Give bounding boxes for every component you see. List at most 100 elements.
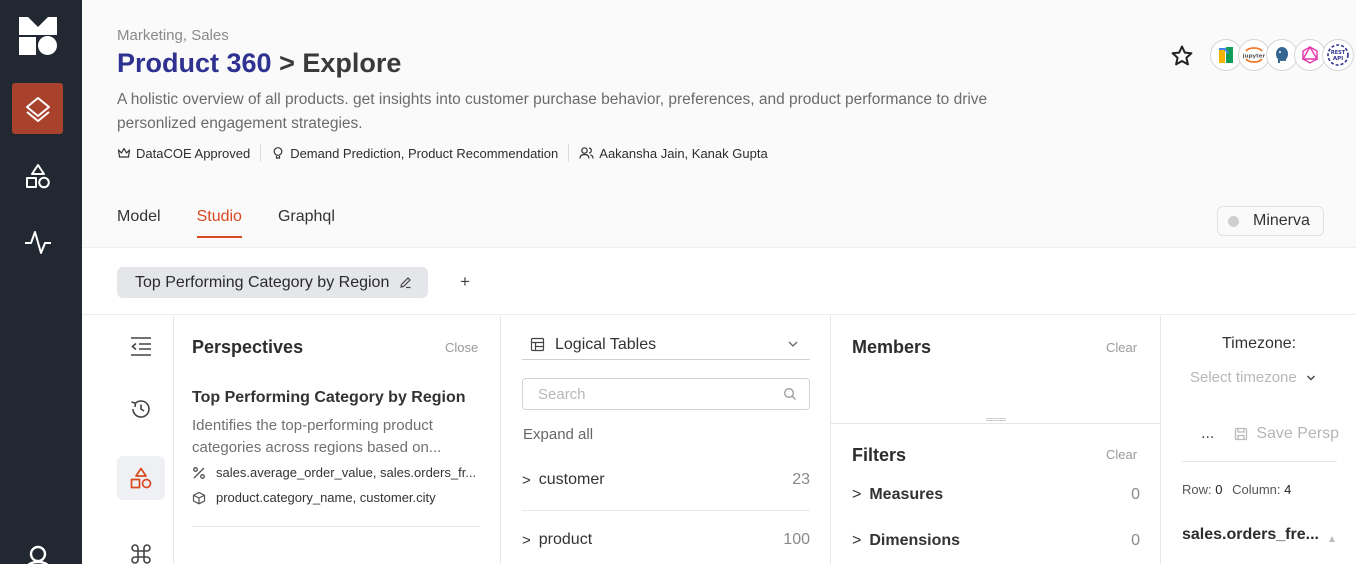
- result-column-header[interactable]: sales.orders_fre...: [1182, 526, 1319, 544]
- members-title: Members: [852, 337, 932, 357]
- breadcrumb[interactable]: Marketing, Sales: [117, 27, 229, 44]
- save-perspective-label: Save Persp: [1256, 425, 1340, 442]
- row-column-info: Row: 0 Column: 4: [1182, 482, 1291, 497]
- cube-icon: [192, 491, 206, 504]
- command-icon: [131, 544, 151, 564]
- brand-logo-icon[interactable]: [19, 17, 57, 55]
- perspective-measures: sales.average_order_value, sales.orders_…: [192, 465, 476, 480]
- perspective-measures-label: sales.average_order_value, sales.orders_…: [216, 465, 477, 480]
- save-perspective-button[interactable]: Save Persp: [1234, 425, 1339, 443]
- close-perspectives-button[interactable]: Close: [445, 340, 478, 355]
- history-button[interactable]: [117, 387, 165, 431]
- perspective-item-title[interactable]: Top Performing Category by Region: [192, 389, 466, 407]
- left-nav-rail: [0, 0, 82, 564]
- shapes-icon: [130, 467, 152, 489]
- svg-text:jupyter: jupyter: [1243, 54, 1265, 60]
- approval-meta: DataCOE Approved: [117, 144, 262, 162]
- search-icon: [784, 388, 796, 400]
- chevron-right-icon: >: [522, 471, 531, 489]
- product-description: A holistic overview of all products. get…: [117, 91, 988, 132]
- shapes-icon: [25, 163, 50, 188]
- tab-studio[interactable]: Studio: [196, 208, 243, 238]
- add-perspective-button[interactable]: +: [460, 272, 470, 292]
- integrations-group[interactable]: jupyter REST API: [1210, 39, 1354, 71]
- perspective-dimensions: product.category_name, customer.city: [192, 490, 436, 505]
- layers-icon: [25, 96, 50, 122]
- chevron-down-icon: [1306, 375, 1315, 380]
- logical-tables-select[interactable]: Logical Tables: [522, 330, 810, 360]
- more-options-button[interactable]: ...: [1201, 425, 1214, 443]
- timezone-label: Timezone:: [1222, 335, 1297, 352]
- table-row-customer[interactable]: > customer 23: [522, 460, 810, 500]
- tab-graphql[interactable]: Graphql: [278, 208, 335, 238]
- filter-group-measures[interactable]: > Measures 0: [852, 486, 1140, 504]
- members-panel: Members Clear: [831, 316, 1161, 423]
- minerva-button[interactable]: Minerva: [1217, 206, 1324, 236]
- table-name: product: [538, 531, 593, 548]
- expand-all-button[interactable]: Expand all: [523, 426, 593, 443]
- nav-user-button[interactable]: [12, 528, 63, 564]
- minerva-label: Minerva: [1253, 212, 1310, 229]
- perspective-divider: [192, 526, 480, 527]
- resize-handle[interactable]: [986, 418, 1006, 421]
- filter-group-dimensions[interactable]: > Dimensions 0: [852, 532, 1140, 550]
- logical-tables-label: Logical Tables: [555, 335, 657, 353]
- results-divider: [1182, 461, 1337, 462]
- filter-group-count: 0: [1131, 486, 1140, 503]
- perspectives-panel: Perspectives Close Top Performing Catego…: [174, 316, 501, 564]
- approval-label: DataCOE Approved: [136, 145, 251, 161]
- owners-label: Aakansha Jain, Kanak Gupta: [599, 145, 768, 161]
- clear-members-button[interactable]: Clear: [1106, 340, 1137, 355]
- save-icon: [1235, 427, 1248, 441]
- chevron-right-icon: >: [852, 532, 862, 549]
- crown-icon: [117, 147, 131, 158]
- perspective-chip[interactable]: Top Performing Category by Region: [117, 267, 429, 298]
- perspective-chip-label: Top Performing Category by Region: [135, 273, 390, 291]
- nav-layers-button[interactable]: [12, 83, 63, 134]
- minerva-status-dot: [1228, 215, 1239, 227]
- rest-api-icon[interactable]: REST API: [1322, 39, 1354, 71]
- filter-group-label: Measures: [869, 486, 944, 503]
- search-input[interactable]: Search: [522, 378, 810, 410]
- table-count: 23: [792, 471, 810, 488]
- studio-tool-column: [82, 316, 174, 564]
- history-icon: [131, 400, 150, 418]
- clear-filters-button[interactable]: Clear: [1106, 447, 1137, 462]
- table-name: customer: [538, 471, 605, 488]
- user-icon: [26, 545, 49, 564]
- collapse-panel-button[interactable]: [117, 324, 165, 368]
- product-title[interactable]: Product 360: [117, 48, 272, 78]
- nav-shapes-button[interactable]: [12, 150, 63, 201]
- nav-activity-button[interactable]: [12, 216, 63, 267]
- table-count: 100: [783, 531, 810, 548]
- sort-ascending-icon[interactable]: ▲: [1327, 534, 1337, 545]
- activity-icon: [24, 230, 51, 254]
- filter-group-count: 0: [1131, 532, 1140, 549]
- command-button[interactable]: [117, 532, 165, 564]
- table-icon: [530, 337, 545, 352]
- lightbulb-icon: [273, 147, 283, 159]
- column-value: 4: [1284, 482, 1292, 497]
- product-header: Marketing, Sales Product 360 > Explore A…: [82, 0, 1356, 247]
- page-title: Product 360 > Explore: [117, 48, 401, 79]
- edit-pencil-icon[interactable]: [399, 276, 412, 289]
- tab-model[interactable]: Model: [117, 208, 161, 238]
- chevron-down-icon: [788, 341, 798, 347]
- favorite-star-icon[interactable]: [1170, 44, 1194, 68]
- chevron-right-icon: >: [522, 531, 531, 549]
- timezone-select[interactable]: Select timezone: [1190, 369, 1317, 386]
- use-case-meta: Demand Prediction, Product Recommendatio…: [271, 144, 570, 162]
- search-placeholder: Search: [538, 385, 586, 403]
- perspectives-button[interactable]: [117, 456, 165, 500]
- logical-tables-panel: Logical Tables Search Expand all > custo…: [501, 316, 831, 564]
- perspective-chip-bar: Top Performing Category by Region +: [82, 247, 1356, 315]
- timezone-placeholder: Select timezone: [1190, 369, 1297, 386]
- view-tabs: Model Studio Graphql: [117, 208, 335, 238]
- perspective-dimensions-label: product.category_name, customer.city: [216, 490, 436, 505]
- filters-title: Filters: [852, 445, 907, 465]
- column-label: Column:: [1232, 482, 1281, 497]
- row-value: 0: [1215, 482, 1223, 497]
- table-row-product[interactable]: > product 100: [522, 520, 810, 560]
- explore-subtitle: > Explore: [279, 48, 402, 78]
- table-divider: [522, 510, 810, 511]
